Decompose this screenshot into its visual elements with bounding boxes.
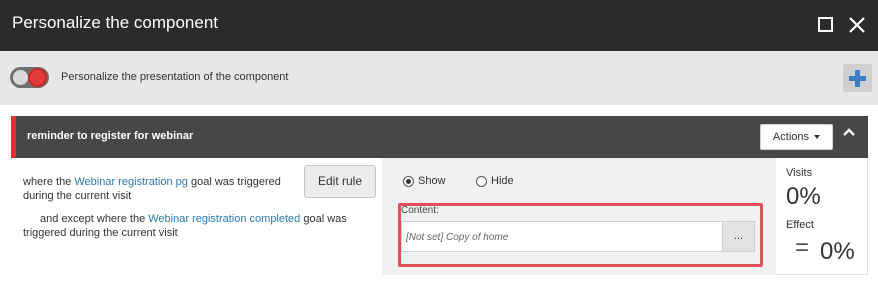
actions-label: Actions xyxy=(772,131,809,143)
personalize-toggle[interactable] xyxy=(10,67,49,88)
actions-dropdown-button[interactable]: Actions xyxy=(760,124,833,150)
condition-text: where the xyxy=(23,176,75,188)
hide-radio-label: Hide xyxy=(491,175,514,187)
collapse-rule-button[interactable] xyxy=(838,122,860,144)
show-radio[interactable]: Show xyxy=(403,175,448,189)
rule-condition: where the Webinar registration pg goal w… xyxy=(23,175,298,203)
show-radio-label: Show xyxy=(418,175,446,187)
rule-condition: and except where the Webinar registratio… xyxy=(23,212,368,240)
visits-label: Visits xyxy=(786,167,813,179)
radio-unselected-icon xyxy=(476,176,487,187)
visits-value: 0% xyxy=(786,183,821,210)
goal-link[interactable]: Webinar registration completed xyxy=(148,213,300,225)
effect-label: Effect xyxy=(786,219,814,231)
edit-rule-button[interactable]: Edit rule xyxy=(304,165,376,198)
chevron-up-icon xyxy=(838,128,860,148)
caret-down-icon xyxy=(814,135,821,140)
add-rule-button[interactable] xyxy=(843,64,872,92)
effect-equal-icon: = xyxy=(795,234,810,261)
goal-link[interactable]: Webinar registration pg xyxy=(74,176,188,188)
content-field[interactable]: [Not set] Copy of home xyxy=(401,221,723,252)
browse-content-button[interactable]: ... xyxy=(723,221,755,252)
personalize-label: Personalize the presentation of the comp… xyxy=(61,71,289,83)
radio-selected-icon xyxy=(403,176,414,187)
rule-name: reminder to register for webinar xyxy=(27,130,194,142)
toggle-knob xyxy=(28,68,47,87)
effect-value: 0% xyxy=(820,238,855,265)
dialog-title: Personalize the component xyxy=(12,13,219,32)
dialog-titlebar-content: Personalize the component xyxy=(0,0,878,51)
condition-text: and except where the xyxy=(40,213,149,225)
hide-radio[interactable]: Hide xyxy=(476,175,516,189)
close-icon[interactable] xyxy=(845,13,869,37)
content-label: Content: xyxy=(401,205,439,216)
toggle-knob-track xyxy=(13,70,28,85)
maximize-icon[interactable] xyxy=(814,13,838,37)
